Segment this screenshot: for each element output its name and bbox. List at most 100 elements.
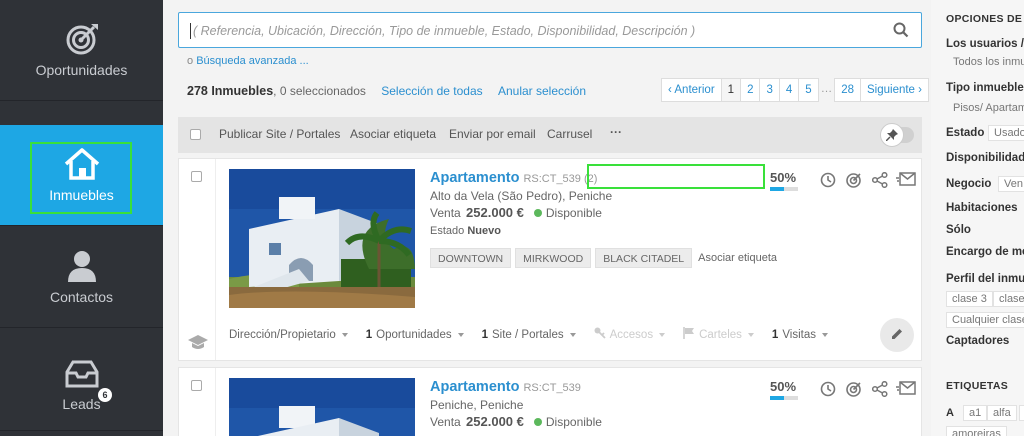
sidebar-item-leads[interactable]: Leads 6 <box>0 330 163 431</box>
sidebar-item-oportunidades[interactable]: Oportunidades <box>0 0 163 101</box>
encargo-label: Encargo de me <box>946 246 1024 258</box>
sidebar-item-label: Leads <box>62 396 101 412</box>
type-select[interactable]: Pisos/ Apartam <box>953 102 1024 114</box>
tag-button[interactable]: Asociar etiqueta <box>350 127 436 141</box>
property-type[interactable]: Apartamento <box>430 379 519 395</box>
pagination-page[interactable]: 28 <box>834 78 861 102</box>
etiquetas-title: ETIQUETAS <box>946 380 1009 392</box>
sidebar-item-contactos[interactable]: Contactos <box>0 227 163 328</box>
visits-dropdown[interactable]: 1 Visitas <box>772 327 828 342</box>
etiqueta-chip[interactable]: A <box>946 406 954 420</box>
target-icon[interactable] <box>841 381 867 397</box>
pagination-page[interactable]: 4 <box>778 78 800 102</box>
perfil-any-chip[interactable]: Cualquier clase <box>946 312 1024 328</box>
perfil-chip[interactable]: clase 3 <box>946 291 993 307</box>
chevron-down-icon <box>341 332 348 337</box>
property-title[interactable]: Apartamento RS:CT_539 <box>430 379 581 395</box>
perfil-chip[interactable]: clase <box>993 291 1024 307</box>
select-all-checkbox[interactable] <box>190 129 201 140</box>
card-actions <box>815 172 919 188</box>
property-photo[interactable] <box>229 378 415 436</box>
share-icon[interactable] <box>867 381 893 397</box>
opportunities-label: Oportunidades <box>376 328 452 341</box>
clock-icon[interactable] <box>815 172 841 188</box>
property-address: Alto da Vela (São Pedro), Peniche <box>430 189 613 203</box>
sidebar-item-label: Oportunidades <box>35 62 128 78</box>
sites-count: 1 <box>481 328 489 341</box>
property-card: Apartamento RS:CT_539 (2) Alto da Vela (S… <box>178 158 922 361</box>
owner-dropdown[interactable]: Dirección/Propietario <box>229 327 348 342</box>
completion-bar-fill <box>770 187 784 191</box>
negocio-chip[interactable]: Ven <box>998 176 1024 192</box>
email-button[interactable]: Enviar por email <box>449 127 536 141</box>
share-icon[interactable] <box>867 172 893 188</box>
clear-selection-link[interactable]: Anular selección <box>498 84 586 98</box>
carousel-button[interactable]: Carrusel <box>547 127 592 141</box>
tag-list: DOWNTOWN MIRKWOOD BLACK CITADEL Asociar … <box>430 248 777 268</box>
property-checkbox[interactable] <box>191 171 202 182</box>
etiqueta-chip[interactable]: amoreiras <box>946 426 1007 436</box>
card-footer: Dirección/Propietario 1 Oportunidades 1 Si… <box>229 327 846 342</box>
advanced-search-link[interactable]: Búsqueda avanzada ... <box>196 55 309 67</box>
pagination-prev[interactable]: ‹ Anterior <box>661 78 722 102</box>
sites-dropdown[interactable]: 1 Site / Portales <box>482 327 576 342</box>
chevron-down-icon <box>569 332 576 337</box>
sidebar: Oportunidades Inmuebles Contactos Leads … <box>0 0 163 436</box>
etiqueta-chip[interactable]: alfa <box>987 405 1017 421</box>
card-select-column <box>179 159 216 360</box>
completion-percent: 50% <box>770 170 797 185</box>
price-prefix: Venta <box>430 415 461 429</box>
search-options-panel: OPCIONES DE B Los usuarios / Todos los i… <box>931 0 1024 436</box>
clock-icon[interactable] <box>815 381 841 397</box>
property-checkbox[interactable] <box>191 380 202 391</box>
pagination-ellipsis: … <box>820 83 833 95</box>
property-title[interactable]: Apartamento RS:CT_539 (2) <box>430 170 597 186</box>
owner-label: Dirección/Propietario <box>229 328 336 341</box>
habitaciones-label: Habitaciones <box>946 202 1018 214</box>
property-status: Disponible <box>545 206 602 220</box>
pencil-icon <box>890 327 904 344</box>
status-dot <box>533 418 542 426</box>
estado-chip[interactable]: Usado <box>988 125 1024 141</box>
property-type[interactable]: Apartamento <box>430 170 519 186</box>
select-all-link[interactable]: Selección de todas <box>381 84 482 98</box>
accesos-dropdown[interactable]: Accesos <box>594 327 666 342</box>
pagination-page[interactable]: 5 <box>798 78 819 102</box>
search-placeholder: ( Referencia, Ubicación, Dirección, Tipo… <box>193 24 696 38</box>
users-select[interactable]: Todos los inmu <box>953 56 1024 68</box>
search-input[interactable]: ( Referencia, Ubicación, Dirección, Tipo… <box>178 12 922 48</box>
mail-send-icon[interactable] <box>893 172 919 188</box>
publish-button[interactable]: Publicar Site / Portales <box>219 127 340 141</box>
card-actions <box>815 381 919 397</box>
sites-label: Site / Portales <box>492 328 564 341</box>
chevron-down-icon <box>747 332 754 337</box>
bulk-toolbar: Publicar Site / Portales Asociar etiquet… <box>178 117 922 153</box>
tag-chip[interactable]: MIRKWOOD <box>515 248 592 268</box>
opportunities-dropdown[interactable]: 1 Oportunidades <box>366 327 464 342</box>
more-icon[interactable]: ··· <box>610 125 622 139</box>
search-icon[interactable] <box>893 22 909 41</box>
tag-chip[interactable]: DOWNTOWN <box>430 248 512 268</box>
property-photo[interactable] <box>229 169 415 308</box>
advanced-search: o Búsqueda avanzada ... <box>187 55 309 67</box>
pagination-next[interactable]: Siguiente › <box>860 78 929 102</box>
add-tag-link[interactable]: Asociar etiqueta <box>698 248 777 268</box>
pagination-page[interactable]: 3 <box>759 78 780 102</box>
etiqueta-chip[interactable]: a <box>1019 405 1024 421</box>
etiqueta-chip[interactable]: a1 <box>963 405 988 421</box>
leads-badge: 6 <box>98 388 112 402</box>
users-label: Los usuarios / <box>946 38 1024 50</box>
tag-chip[interactable]: BLACK CITADEL <box>595 248 693 268</box>
target-icon[interactable] <box>841 172 867 188</box>
negocio-label: Negocio <box>946 178 992 190</box>
results-count: 278 Inmuebles <box>187 84 274 98</box>
visits-label: Visitas <box>782 328 816 341</box>
edit-button[interactable] <box>880 318 914 352</box>
highlight-box <box>587 164 765 189</box>
carteles-dropdown[interactable]: Carteles <box>683 327 754 342</box>
pagination-page[interactable]: 1 <box>720 78 742 102</box>
mail-send-icon[interactable] <box>893 381 919 397</box>
selected-count: , 0 seleccionados <box>273 84 366 98</box>
pagination-page[interactable]: 2 <box>740 78 761 102</box>
pin-toggle[interactable] <box>880 122 914 148</box>
